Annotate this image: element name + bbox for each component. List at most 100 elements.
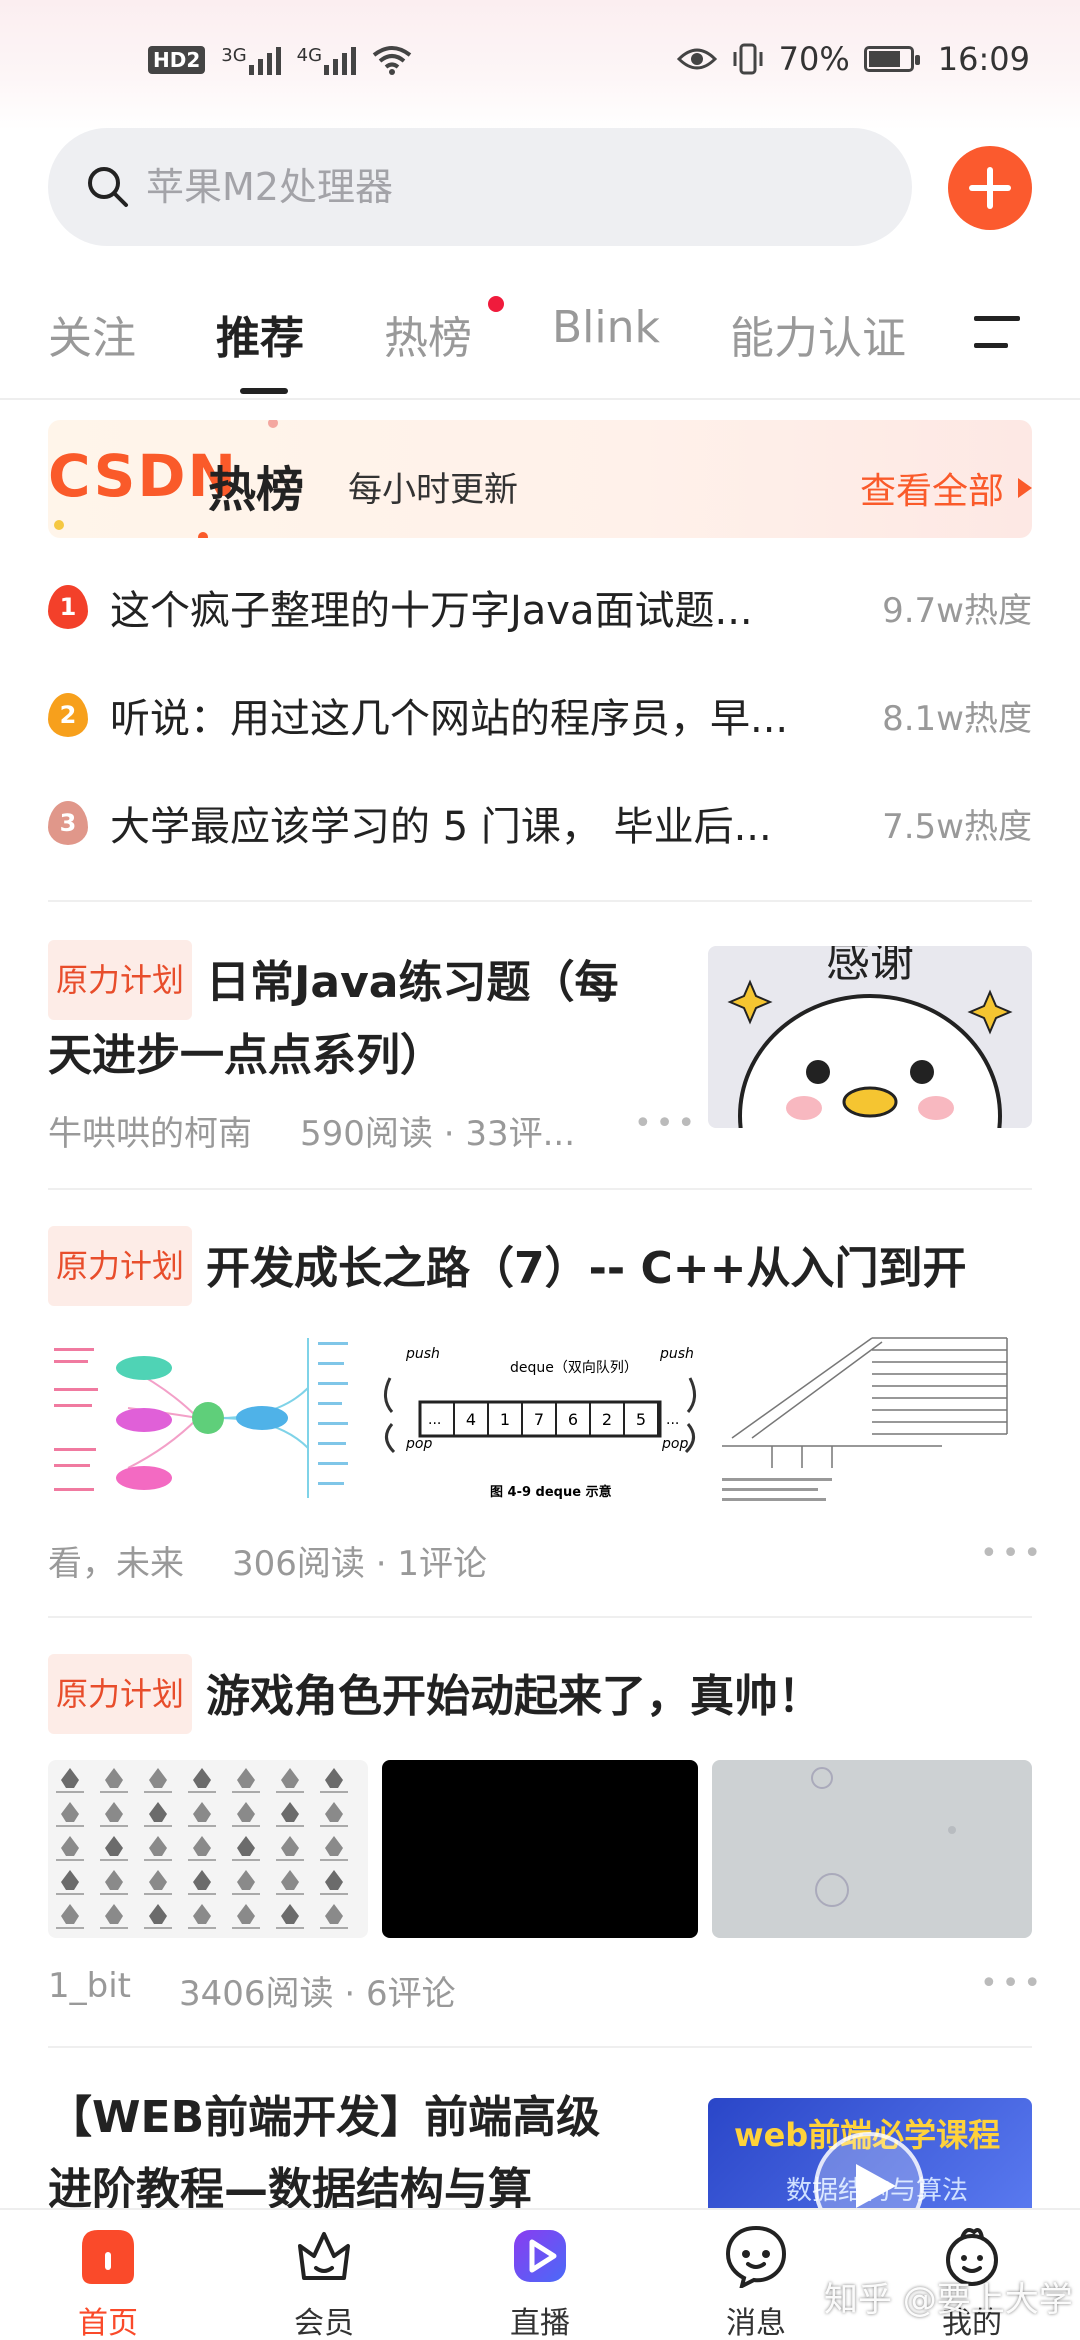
article-meta: 牛哄哄的柯南 590阅读 · 33评...	[48, 1106, 575, 1155]
tab-hot[interactable]: 热榜	[384, 302, 472, 366]
sprite-caption-line	[100, 1791, 128, 1793]
sprite-figure	[237, 1768, 255, 1788]
staircase-diagram	[722, 1337, 1008, 1501]
original-plan-tag: 原力计划	[48, 1226, 193, 1306]
deque-cells: ... 4 1 7 6 2 5...	[428, 1402, 679, 1436]
add-button[interactable]	[948, 146, 1032, 230]
deque-cell-value: 2	[602, 1410, 612, 1429]
sprite-caption-line	[232, 1859, 260, 1861]
sprite-caption-line	[188, 1859, 216, 1861]
nav-messages-label: 消息	[726, 2306, 786, 2340]
article-title-line1: 日常Java练习题（每	[206, 957, 619, 1008]
menu-icon[interactable]	[974, 316, 1020, 352]
clock: 16:09	[937, 40, 1030, 78]
category-tabs: 关注 推荐 热榜 Blink 能力认证	[0, 290, 1080, 400]
nav-messages[interactable]: 消息	[696, 2224, 816, 2340]
hot-list-subtitle: 每小时更新	[348, 470, 518, 510]
sprite-caption-line	[320, 1859, 348, 1861]
sprite-figure	[237, 1904, 255, 1924]
hot-list-banner[interactable]: CSDN 热榜 每小时更新 查看全部	[48, 420, 1032, 538]
mindmap-image	[54, 1338, 348, 1498]
game-screen-image	[811, 1767, 956, 1907]
play-icon	[856, 2164, 896, 2208]
more-options-icon[interactable]: •••	[980, 1966, 1045, 2001]
tab-recommend[interactable]: 推荐	[216, 302, 304, 366]
divider	[48, 900, 1032, 902]
video-thumbnail	[382, 1760, 698, 1938]
article-author[interactable]: 牛哄哄的柯南	[48, 1106, 252, 1155]
status-right: 70% 16:09	[676, 40, 1030, 78]
deque-cell-value: 5	[636, 1410, 646, 1429]
sprite-figure	[193, 1836, 211, 1856]
signal-4g-label: 4G	[296, 45, 323, 66]
hot-item-heat: 8.1w热度	[882, 698, 1032, 739]
sprite-caption-line	[100, 1927, 128, 1929]
nav-vip[interactable]: 会员	[264, 2224, 384, 2340]
tab-certification[interactable]: 能力认证	[730, 302, 906, 366]
sprite-figure	[325, 1870, 343, 1890]
nav-home[interactable]: 首页	[48, 2224, 168, 2340]
hot-item[interactable]: 3 大学最应该学习的 5 门课， 毕业后... 7.5w热度	[48, 788, 1032, 858]
vibrate-icon	[733, 43, 763, 75]
sprite-figure	[281, 1768, 299, 1788]
sprite-figure	[149, 1802, 167, 1822]
nav-live[interactable]: 直播	[480, 2224, 600, 2340]
hot-tab-red-dot	[488, 296, 504, 312]
search-bar[interactable]	[48, 128, 912, 246]
diagram-thumbnail	[712, 1328, 1032, 1508]
article-author[interactable]: 1_bit	[48, 1966, 131, 2015]
course-thumbnail: web前端必学课程 数据结构与算法	[708, 2098, 1032, 2218]
thanks-sticker-image: 感谢	[727, 946, 1013, 1128]
sprite-caption-line	[56, 1927, 84, 1929]
article-stats: 590阅读 · 33评...	[300, 1114, 576, 1154]
article-title-text: 开发成长之路（7）-- C++从入门到开	[206, 1243, 967, 1294]
deque-ellipsis-right: ...	[666, 1412, 679, 1428]
deque-ellipsis-left: ...	[428, 1412, 441, 1428]
sprite-caption-line	[232, 1825, 260, 1827]
sprite-sheet-image	[56, 1768, 348, 1929]
article-title: 原力计划 日常Java练习题（每 天进步一点点系列）	[48, 940, 688, 1092]
sprite-caption-line	[144, 1791, 172, 1793]
crown-icon	[298, 2232, 350, 2280]
tab-blink[interactable]: Blink	[552, 302, 660, 353]
search-input[interactable]	[146, 165, 846, 209]
caret-right-icon	[1018, 478, 1032, 498]
deque-cell-value: 7	[534, 1410, 544, 1429]
original-plan-tag: 原力计划	[48, 940, 193, 1020]
sprite-caption-line	[56, 1825, 84, 1827]
decor-dot	[198, 532, 208, 538]
hot-item-title: 听说：用过这几个网站的程序员，早...	[110, 696, 789, 742]
tab-follow[interactable]: 关注	[48, 302, 136, 366]
sprite-figure	[61, 1904, 79, 1924]
sprite-caption-line	[276, 1859, 304, 1861]
article-author[interactable]: 看，未来	[48, 1536, 184, 1585]
sprite-figure	[325, 1768, 343, 1788]
article-title-line1: 【WEB前端开发】前端高级	[48, 2092, 601, 2143]
more-options-icon[interactable]: •••	[634, 1106, 699, 1141]
sprite-caption-line	[56, 1893, 84, 1895]
view-all-link[interactable]: 查看全部	[860, 462, 1032, 514]
article-title: 原力计划 游戏角色开始动起来了，真帅！	[48, 1654, 1032, 1734]
sprite-caption-line	[144, 1859, 172, 1861]
hot-item[interactable]: 2 听说：用过这几个网站的程序员，早... 8.1w热度	[48, 680, 1032, 750]
article-meta: 看，未来 306阅读 · 1评论	[48, 1536, 487, 1585]
sprite-figure	[193, 1870, 211, 1890]
hot-item-title: 这个疯子整理的十万字Java面试题...	[110, 588, 753, 634]
sprite-caption-line	[144, 1825, 172, 1827]
nav-home-label: 首页	[78, 2306, 138, 2340]
sprite-figure	[105, 1870, 123, 1890]
deque-diagram-thumbnail: push push deque（双向队列） pop pop ... 4 1 7 6 2 5.…	[380, 1328, 700, 1508]
sprite-figure	[281, 1802, 299, 1822]
sprite-caption-line	[232, 1927, 260, 1929]
sprite-figure	[237, 1802, 255, 1822]
sprite-figure	[105, 1802, 123, 1822]
hot-item[interactable]: 1 这个疯子整理的十万字Java面试题... 9.7w热度	[48, 572, 1032, 642]
decor-dot	[54, 520, 64, 530]
more-options-icon[interactable]: •••	[980, 1536, 1045, 1571]
sprite-figure	[149, 1768, 167, 1788]
original-plan-tag: 原力计划	[48, 1654, 193, 1734]
article-stats: 306阅读 · 1评论	[232, 1544, 487, 1584]
sprite-figure	[105, 1768, 123, 1788]
sprite-figure	[281, 1870, 299, 1890]
sprite-caption-line	[320, 1791, 348, 1793]
